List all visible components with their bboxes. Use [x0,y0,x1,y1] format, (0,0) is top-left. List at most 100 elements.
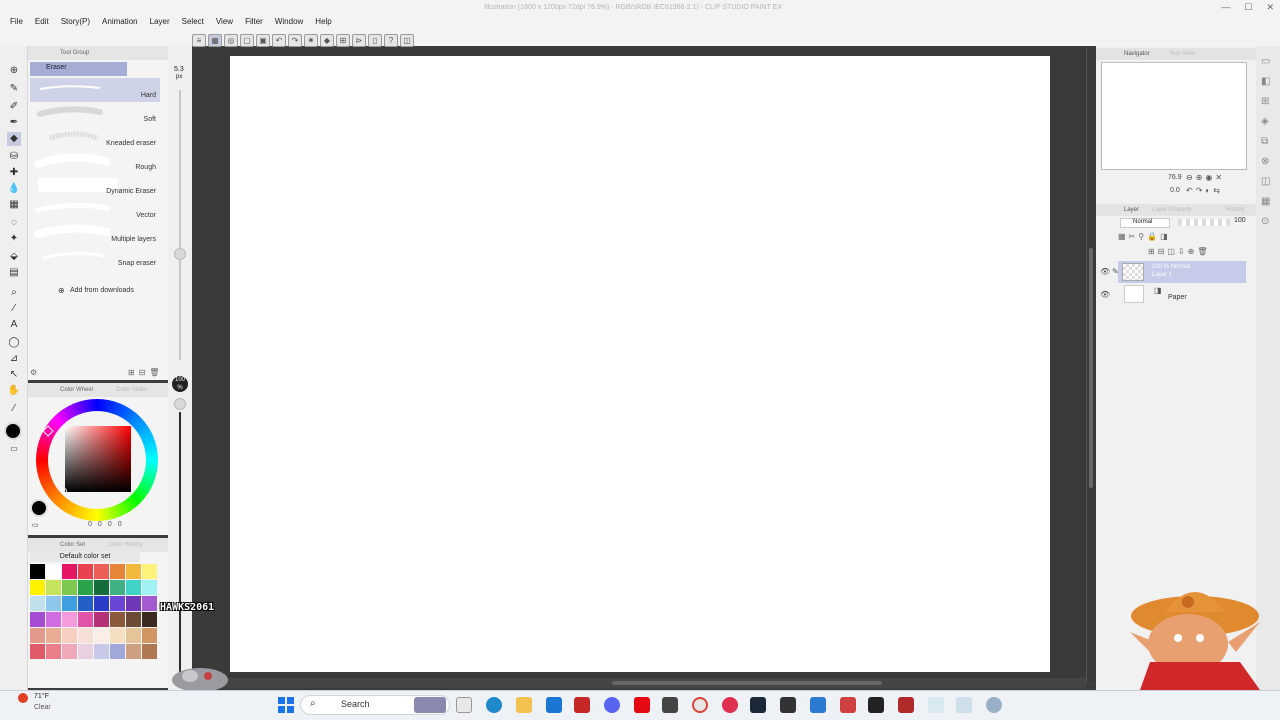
edge-icon[interactable] [486,697,502,713]
color-swatch[interactable] [94,644,109,659]
bucket-icon[interactable]: ⬙ [7,250,21,264]
add-from-downloads-link[interactable]: Add from downloads [70,287,134,294]
color-swatch[interactable] [126,596,141,611]
snap-icon[interactable]: ◫ [400,33,414,47]
windows-start-icon[interactable] [278,697,294,713]
eraser-icon[interactable]: ◆ [7,132,21,146]
maximize-icon[interactable]: ☐ [1244,2,1252,13]
task-view-icon[interactable] [456,697,472,713]
brush-icon[interactable]: ✒ [7,116,21,130]
weather-temp[interactable]: 71°F [34,693,49,700]
color-swatch[interactable] [46,644,61,659]
zoom-icon[interactable]: ⊕ [7,64,21,78]
open-icon[interactable]: ▢ [240,33,254,47]
tab-color-set[interactable]: Color Set [60,542,85,548]
menu-edit[interactable]: Edit [29,14,55,32]
color-swatch[interactable] [46,596,61,611]
color-swatch[interactable] [142,612,157,627]
pen-icon[interactable]: ✎ [7,82,21,96]
decoration-icon[interactable]: ✚ [7,166,21,180]
save-icon[interactable]: ▣ [256,33,270,47]
clip-studio-icon[interactable] [928,697,944,713]
settings-gear-icon[interactable] [986,697,1002,713]
color-set-dropdown[interactable]: Default color set [30,551,140,562]
brush-multiple-layers[interactable]: Multiple layers [30,222,160,246]
tab-navigator[interactable]: Navigator [1124,51,1150,57]
pencil-icon[interactable]: ✐ [7,100,21,114]
new-icon[interactable]: ◎ [224,33,238,47]
color-swatch[interactable] [110,596,125,611]
transparent-color-icon[interactable]: ▭ [7,442,21,456]
ruler-tool-icon[interactable]: ⊿ [7,352,21,366]
color-swatch[interactable] [94,580,109,595]
add-download-icon[interactable]: ⊕ [58,286,65,295]
eye-icon[interactable]: 👁 [1100,267,1110,276]
color-swatch[interactable] [30,580,45,595]
color-swatch[interactable] [30,628,45,643]
transform-icon[interactable]: ⊞ [336,33,350,47]
tab-tool-group[interactable]: Tool Group [60,50,89,56]
tab-layer-property[interactable]: Layer Property [1152,207,1191,213]
terminal-icon[interactable] [868,697,884,713]
color-swatch[interactable] [30,612,45,627]
tab-history[interactable]: History [1226,207,1245,213]
text-icon[interactable]: A [7,318,21,332]
transparent-swatch-icon[interactable]: ▭ [32,521,39,529]
color-swatch[interactable] [142,644,157,659]
menu-filter[interactable]: Filter [239,14,269,32]
layer-row[interactable]: 👁 ✎ 100 % Normal Layer 1 [1100,261,1246,283]
fill-icon[interactable]: ◆ [320,33,334,47]
close-icon[interactable]: ✕ [1266,2,1274,13]
tab-color-history[interactable]: Color History [108,542,143,548]
line-icon[interactable]: ⁄ [7,302,21,316]
color-swatch[interactable] [126,580,141,595]
main-color-icon[interactable] [4,422,22,440]
menu-select[interactable]: Select [176,14,210,32]
color-swatch[interactable] [126,644,141,659]
blend-mode-select[interactable]: Normal [1120,218,1170,228]
magnify-icon[interactable]: ⌕ [7,286,21,300]
app-cube-icon[interactable] [662,697,678,713]
color-swatch[interactable] [110,644,125,659]
vertical-scrollbar[interactable] [1086,48,1096,682]
opera-icon[interactable] [722,697,738,713]
brush-size-handle[interactable] [174,248,186,260]
tab-color-slider[interactable]: Color Slider [116,387,147,393]
color-swatch[interactable] [94,596,109,611]
hand-icon[interactable]: ✋ [7,384,21,398]
color-swatch[interactable] [62,596,77,611]
menu-help[interactable]: Help [309,14,337,32]
menu-animation[interactable]: Animation [96,14,144,32]
subtool-group-header[interactable]: Eraser [30,62,127,76]
brush-size-track[interactable] [179,90,181,360]
store-icon[interactable] [546,697,562,713]
color-swatch[interactable] [46,564,61,579]
subtool-settings-icon[interactable]: ⚙ [30,368,37,377]
color-swatch[interactable] [110,612,125,627]
menu-story[interactable]: Story(P) [55,14,96,32]
color-swatch[interactable] [126,628,141,643]
redo-icon[interactable]: ↷ [288,33,302,47]
blend-icon[interactable]: 💧 [7,182,21,196]
color-swatch[interactable] [62,644,77,659]
search-highlight-icon[interactable] [414,697,446,713]
steam-icon[interactable] [750,697,766,713]
tab-sub-view[interactable]: Sub View [1170,51,1195,57]
palette-bar-icons[interactable]: ▭ ◧ ⊞ ◈ ⧉ ⊗ ◫ ▦ ⊙ [1261,52,1270,232]
zoom-controls-icon[interactable]: ⊖⊕◉✕ [1186,173,1225,182]
layer-actions-icons[interactable]: ⊞⊟◫⇩⊕🗑 [1148,247,1211,256]
settings-icon[interactable]: ✷ [304,33,318,47]
brush-kneaded[interactable]: Kneaded eraser [30,126,160,150]
color-swatch[interactable] [94,564,109,579]
tab-color-wheel[interactable]: Color Wheel [60,387,93,393]
color-swatch[interactable] [62,612,77,627]
saturation-indicator[interactable] [61,488,67,494]
brush-vector[interactable]: Vector [30,198,160,222]
clip-studio-paint-icon[interactable] [956,697,972,713]
vertical-scroll-thumb[interactable] [1089,248,1093,488]
color-swatch[interactable] [46,612,61,627]
app-blue-icon[interactable] [810,697,826,713]
weather-icon[interactable] [18,693,28,703]
color-swatch[interactable] [62,628,77,643]
color-swatch[interactable] [94,612,109,627]
